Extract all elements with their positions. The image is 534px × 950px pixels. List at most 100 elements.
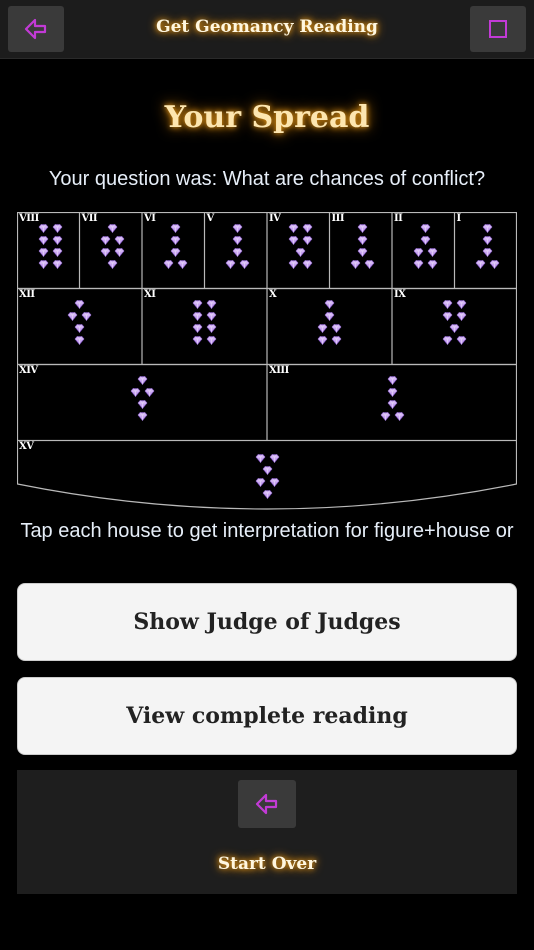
gem-icon [137, 400, 148, 409]
house-label: XI [144, 289, 156, 300]
gem-icon [206, 300, 217, 309]
gem-icon [239, 260, 250, 269]
gem-icon [269, 478, 280, 487]
gem-icon [52, 224, 63, 233]
house-label: X [269, 289, 277, 300]
gem-icon [255, 454, 266, 463]
gem-icon [420, 224, 431, 233]
gem-icon [52, 236, 63, 245]
gem-icon [114, 236, 125, 245]
gem-icon [442, 336, 453, 345]
house-label: XII [19, 289, 35, 300]
gem-icon [324, 300, 335, 309]
gem-icon [456, 300, 467, 309]
house-viii[interactable]: VIII [17, 212, 80, 288]
gem-icon [170, 224, 181, 233]
gem-icon [302, 236, 313, 245]
question-text: Your question was: What are chances of c… [48, 168, 486, 190]
gem-icon [74, 300, 85, 309]
back-button[interactable] [8, 6, 64, 52]
house-label: I [456, 213, 462, 224]
gem-icon [482, 236, 493, 245]
gem-icon [38, 248, 49, 257]
gem-icon [288, 224, 299, 233]
start-over-button[interactable] [238, 780, 296, 828]
hint-text: Tap each house to get interpretation for… [20, 520, 514, 542]
gem-icon [163, 260, 174, 269]
gem-icon [357, 248, 368, 257]
gem-icon [482, 248, 493, 257]
gem-icon [317, 336, 328, 345]
gem-icon [74, 336, 85, 345]
gem-icon [262, 490, 273, 499]
house-xv[interactable]: XV [17, 440, 517, 518]
gem-icon [350, 260, 361, 269]
gem-icon [52, 260, 63, 269]
house-xi[interactable]: XI [142, 288, 267, 364]
gem-icon [475, 260, 486, 269]
gem-icon [387, 388, 398, 397]
house-label: V [206, 213, 215, 224]
gem-icon [269, 454, 280, 463]
gem-icon [387, 376, 398, 385]
house-iii[interactable]: III [330, 212, 393, 288]
house-label: II [394, 213, 403, 224]
gem-icon [331, 336, 342, 345]
house-x[interactable]: X [267, 288, 392, 364]
house-vi[interactable]: VI [142, 212, 205, 288]
house-label: VIII [19, 213, 39, 224]
gem-icon [38, 224, 49, 233]
gem-icon [137, 376, 148, 385]
gem-icon [442, 300, 453, 309]
house-iv[interactable]: IV [267, 212, 330, 288]
gem-icon [192, 336, 203, 345]
house-v[interactable]: V [205, 212, 268, 288]
judge-button[interactable]: Show Judge of Judges [17, 583, 517, 661]
gem-icon [38, 260, 49, 269]
gem-icon [100, 248, 111, 257]
house-xii[interactable]: XII [17, 288, 142, 364]
gem-icon [107, 260, 118, 269]
house-xiii[interactable]: XIII [267, 364, 517, 440]
gem-icon [232, 248, 243, 257]
gem-icon [456, 336, 467, 345]
gem-icon [302, 224, 313, 233]
gem-icon [81, 312, 92, 321]
gem-icon [364, 260, 375, 269]
gem-icon [413, 260, 424, 269]
gem-icon [288, 236, 299, 245]
gem-icon [52, 248, 63, 257]
gem-icon [177, 260, 188, 269]
gem-icon [427, 260, 438, 269]
gem-icon [317, 324, 328, 333]
gem-icon [74, 324, 85, 333]
gem-icon [232, 224, 243, 233]
menu-button[interactable] [470, 6, 526, 52]
house-label: IX [394, 289, 406, 300]
house-ii[interactable]: II [392, 212, 455, 288]
gem-icon [413, 248, 424, 257]
house-label: IV [269, 213, 281, 224]
reading-button[interactable]: View complete reading [17, 677, 517, 755]
house-vii[interactable]: VII [80, 212, 143, 288]
house-xiv[interactable]: XIV [17, 364, 267, 440]
gem-icon [262, 466, 273, 475]
gem-icon [206, 336, 217, 345]
gem-icon [387, 400, 398, 409]
house-label: XIII [269, 365, 289, 376]
gem-icon [449, 324, 460, 333]
house-ix[interactable]: IX [392, 288, 517, 364]
geomancy-spread: VIII VII VI V IV III II I XII XI X IX XIV XIII XV [17, 212, 517, 518]
gem-icon [107, 224, 118, 233]
house-i[interactable]: I [455, 212, 518, 288]
gem-icon [324, 312, 335, 321]
gem-icon [225, 260, 236, 269]
gem-icon [144, 388, 155, 397]
gem-icon [394, 412, 405, 421]
gem-icon [192, 312, 203, 321]
gem-icon [192, 300, 203, 309]
gem-icon [137, 412, 148, 421]
gem-icon [420, 236, 431, 245]
house-label: XIV [19, 365, 38, 376]
gem-icon [302, 260, 313, 269]
